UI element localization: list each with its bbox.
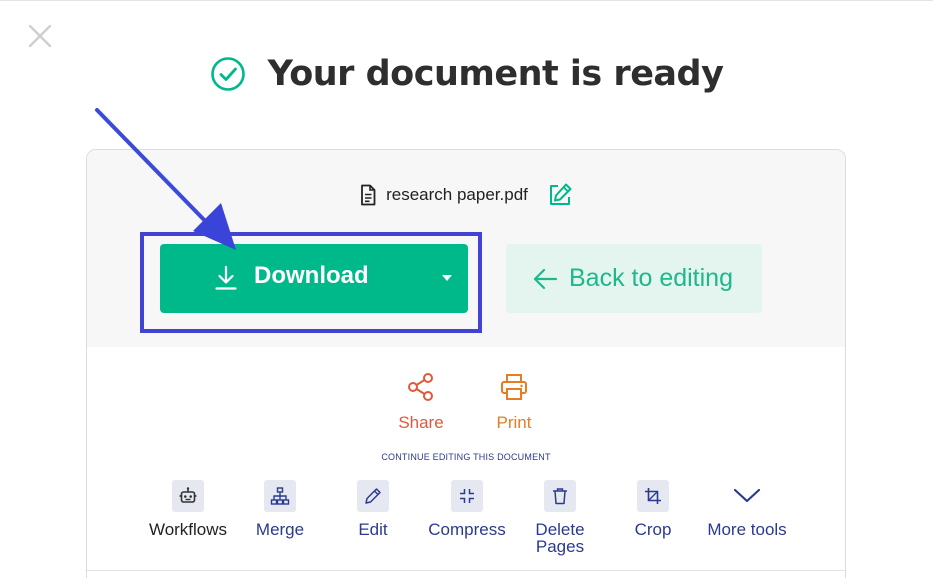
caret-down-icon[interactable] [440,273,454,283]
compress-icon [451,480,483,512]
print-label: Print [496,413,532,432]
tool-merge[interactable]: Merge [230,480,330,538]
page-title: Your document is ready [267,54,724,94]
tool-more-tools[interactable]: More tools [697,480,797,538]
printer-icon [501,374,527,400]
download-label: Download [254,262,369,289]
document-card: research paper.pdf Download Back to edit… [86,149,846,578]
continue-editing-heading: CONTINUE EDITING THIS DOCUMENT [381,452,551,462]
trash-icon [544,480,576,512]
crop-icon [637,480,669,512]
chevron-down-icon [731,480,763,512]
close-button[interactable] [26,22,54,50]
tool-label: Delete Pages [535,520,585,556]
download-button[interactable]: Download [160,244,468,313]
card-bottom-divider [87,570,845,571]
tool-delete-pages[interactable]: Delete Pages [510,480,610,555]
check-circle-icon [210,56,246,92]
back-to-editing-button[interactable]: Back to editing [506,244,762,313]
share-icon [408,373,433,401]
file-name-row: research paper.pdf [87,180,845,210]
tool-label: Merge [255,520,305,539]
robot-icon [172,480,204,512]
tool-crop[interactable]: Crop [603,480,703,538]
top-divider [0,0,933,1]
share-button[interactable]: Share [381,372,461,433]
share-label: Share [398,413,444,432]
file-name: research paper.pdf [386,185,528,204]
pencil-icon [357,480,389,512]
tool-compress[interactable]: Compress [417,480,517,538]
tool-label: Workflows [148,520,228,539]
tool-edit[interactable]: Edit [323,480,423,538]
document-icon [358,184,378,206]
tool-label: Edit [358,520,388,539]
tool-label: Compress [428,520,506,539]
tool-label: Crop [634,520,672,539]
close-icon [28,24,52,48]
download-icon [215,265,237,290]
back-to-editing-label: Back to editing [569,264,733,292]
tool-workflows[interactable]: Workflows [138,480,238,538]
sitemap-icon [264,480,296,512]
download-group: Download [160,244,468,334]
rename-file-button[interactable] [546,181,574,209]
print-button[interactable]: Print [474,372,554,433]
edit-square-icon [549,183,572,205]
tool-label: More tools [707,520,787,539]
arrow-left-icon [533,268,558,290]
dialog-header: Your document is ready [0,48,933,100]
